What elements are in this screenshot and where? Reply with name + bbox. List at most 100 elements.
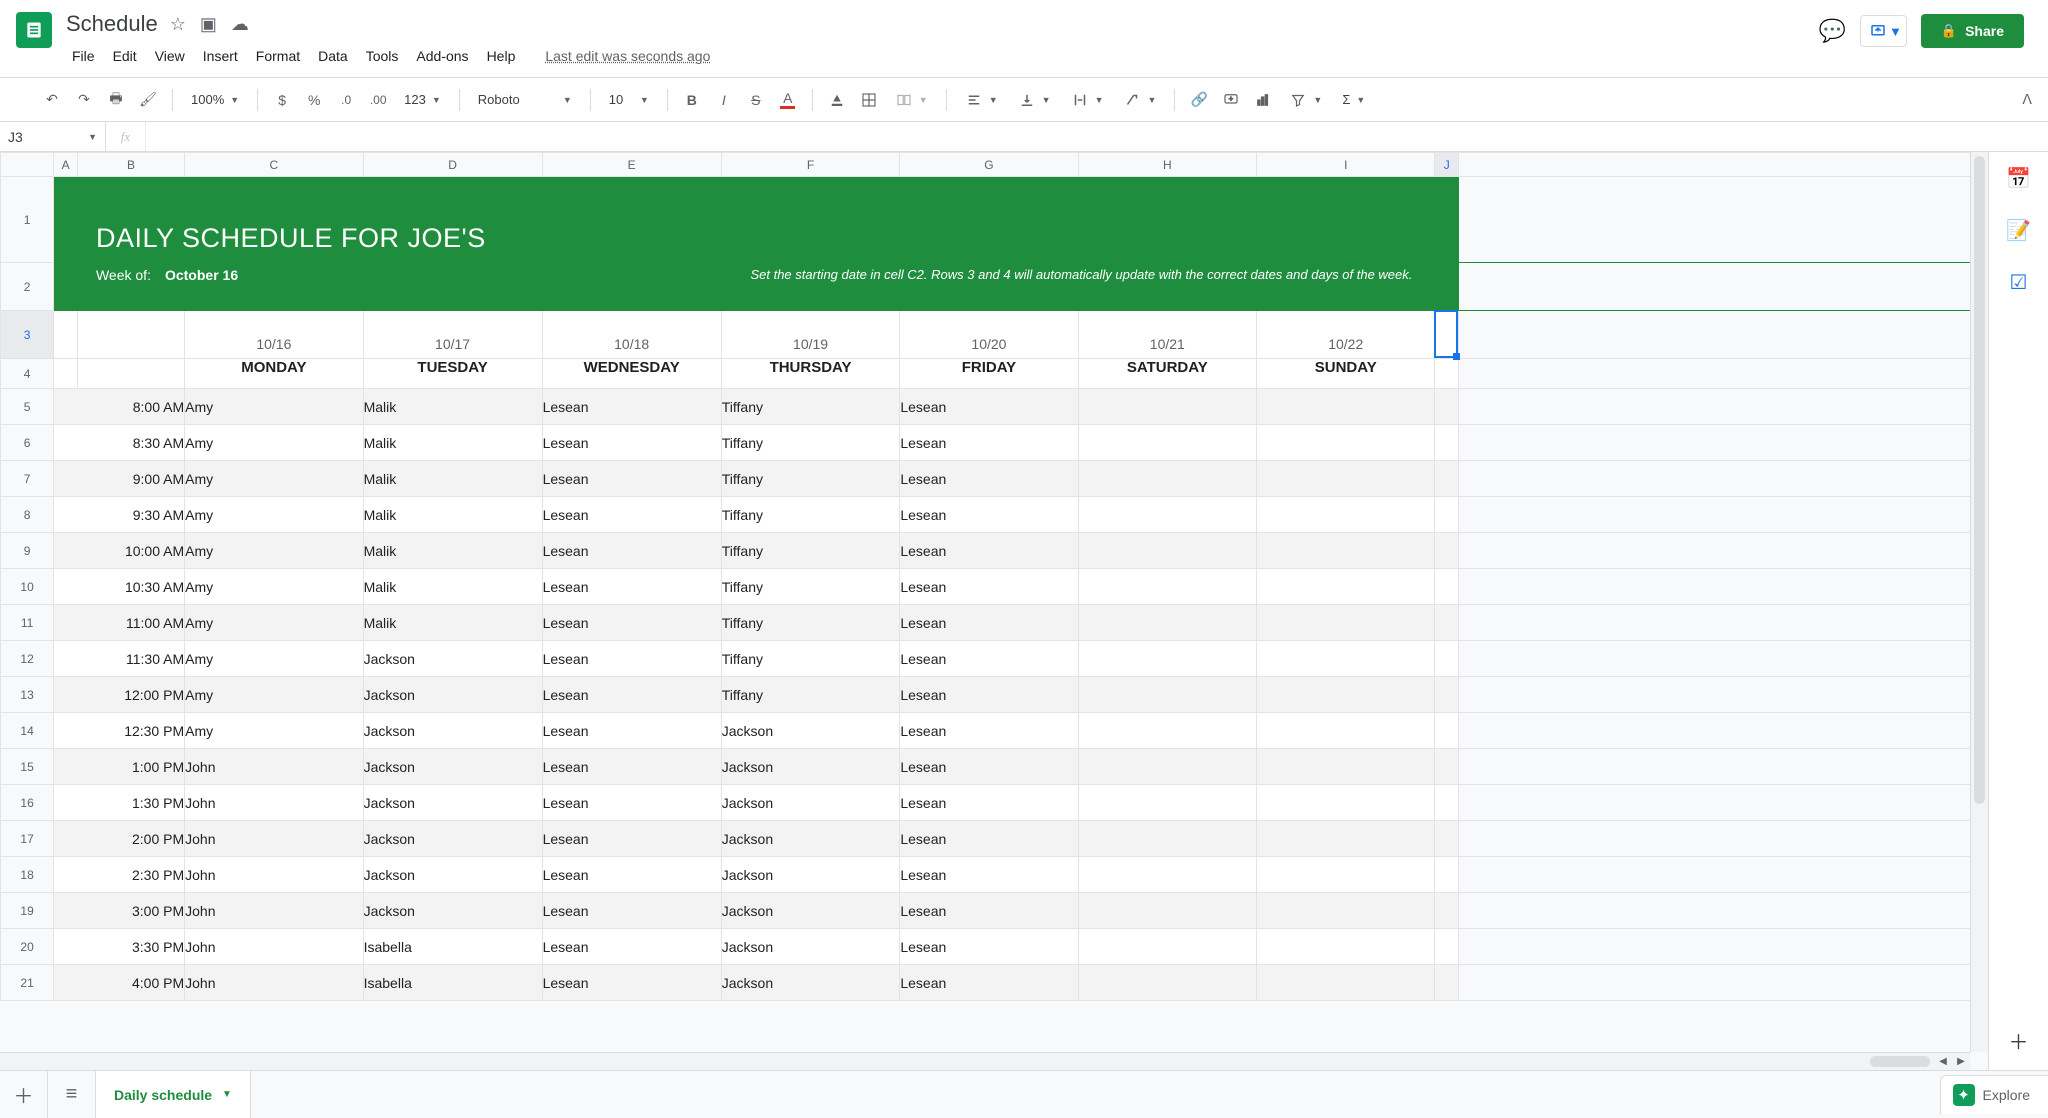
cell-r19-c5[interactable] xyxy=(1078,893,1257,929)
day-4[interactable]: FRIDAY xyxy=(900,359,1078,389)
cell-r10-c5[interactable] xyxy=(1078,569,1257,605)
menu-add-ons[interactable]: Add-ons xyxy=(408,44,476,68)
cell-r11-c1[interactable]: Malik xyxy=(363,605,542,641)
cell-r17-c3[interactable]: Jackson xyxy=(721,821,900,857)
row-header-10[interactable]: 10 xyxy=(1,569,54,605)
cell-r14-c0[interactable]: Amy xyxy=(185,713,363,749)
col-header-A[interactable]: A xyxy=(54,153,78,177)
cell-r9-c4[interactable]: Lesean xyxy=(900,533,1078,569)
undo-button[interactable]: ↶ xyxy=(38,86,66,114)
merge-cells-button[interactable]: ▼ xyxy=(887,86,936,114)
app-logo[interactable] xyxy=(8,8,60,48)
time-17[interactable]: 2:00 PM xyxy=(54,821,185,857)
insert-chart-button[interactable] xyxy=(1249,86,1277,114)
time-12[interactable]: 11:30 AM xyxy=(54,641,185,677)
menu-insert[interactable]: Insert xyxy=(195,44,246,68)
menu-tools[interactable]: Tools xyxy=(358,44,407,68)
tasks-addon-icon[interactable]: ☑ xyxy=(2007,270,2031,294)
cell-r20-c3[interactable]: Jackson xyxy=(721,929,900,965)
cell-r7-c6[interactable] xyxy=(1257,461,1435,497)
cell-r14-c5[interactable] xyxy=(1078,713,1257,749)
cell-r15-c1[interactable]: Jackson xyxy=(363,749,542,785)
cell-r12-c3[interactable]: Tiffany xyxy=(721,641,900,677)
time-15[interactable]: 1:00 PM xyxy=(54,749,185,785)
date-6[interactable]: 10/22 xyxy=(1257,311,1435,359)
menu-help[interactable]: Help xyxy=(479,44,524,68)
time-7[interactable]: 9:00 AM xyxy=(54,461,185,497)
time-13[interactable]: 12:00 PM xyxy=(54,677,185,713)
cell-r21-c0[interactable]: John xyxy=(185,965,363,1001)
cell-r8-c1[interactable]: Malik xyxy=(363,497,542,533)
day-1[interactable]: TUESDAY xyxy=(363,359,542,389)
cell-r21-c2[interactable]: Lesean xyxy=(542,965,721,1001)
cell-r20-c6[interactable] xyxy=(1257,929,1435,965)
cell-r6-c2[interactable]: Lesean xyxy=(542,425,721,461)
redo-button[interactable]: ↷ xyxy=(70,86,98,114)
star-icon[interactable]: ☆ xyxy=(170,15,186,33)
menu-file[interactable]: File xyxy=(64,44,103,68)
cell-r7-c5[interactable] xyxy=(1078,461,1257,497)
cell-r11-c0[interactable]: Amy xyxy=(185,605,363,641)
select-all-cell[interactable] xyxy=(1,153,54,177)
cell-r20-c5[interactable] xyxy=(1078,929,1257,965)
fill-color-button[interactable] xyxy=(823,86,851,114)
cell-r11-c2[interactable]: Lesean xyxy=(542,605,721,641)
cell-r16-c6[interactable] xyxy=(1257,785,1435,821)
cell-r9-c5[interactable] xyxy=(1078,533,1257,569)
number-format-select[interactable]: 123▼ xyxy=(396,86,449,114)
cell-r14-c1[interactable]: Jackson xyxy=(363,713,542,749)
cell-r5-c4[interactable]: Lesean xyxy=(900,389,1078,425)
cell-r19-c4[interactable]: Lesean xyxy=(900,893,1078,929)
cell-r20-c1[interactable]: Isabella xyxy=(363,929,542,965)
col-header-J[interactable]: J xyxy=(1435,153,1459,177)
explore-button[interactable]: ✦ Explore xyxy=(1940,1075,2048,1114)
cell-r15-c3[interactable]: Jackson xyxy=(721,749,900,785)
cell-r10-c4[interactable]: Lesean xyxy=(900,569,1078,605)
menu-format[interactable]: Format xyxy=(248,44,308,68)
format-currency-button[interactable]: $ xyxy=(268,86,296,114)
italic-button[interactable]: I xyxy=(710,86,738,114)
date-2[interactable]: 10/18 xyxy=(542,311,721,359)
horizontal-align-button[interactable]: ▼ xyxy=(957,86,1006,114)
cell-r6-c4[interactable]: Lesean xyxy=(900,425,1078,461)
time-20[interactable]: 3:30 PM xyxy=(54,929,185,965)
increase-decimal-button[interactable]: .00 xyxy=(364,86,392,114)
cell-r15-c6[interactable] xyxy=(1257,749,1435,785)
cell-r5-c2[interactable]: Lesean xyxy=(542,389,721,425)
cell-r6-c3[interactable]: Tiffany xyxy=(721,425,900,461)
print-button[interactable]: 🖶 xyxy=(102,86,130,114)
day-0[interactable]: MONDAY xyxy=(185,359,363,389)
last-edit-link[interactable]: Last edit was seconds ago xyxy=(545,48,710,64)
day-2[interactable]: WEDNESDAY xyxy=(542,359,721,389)
col-header-C[interactable]: C xyxy=(185,153,363,177)
cell-r14-c2[interactable]: Lesean xyxy=(542,713,721,749)
cell-r13-c5[interactable] xyxy=(1078,677,1257,713)
cell-r10-c6[interactable] xyxy=(1257,569,1435,605)
cell-r8-c6[interactable] xyxy=(1257,497,1435,533)
cell-r13-c2[interactable]: Lesean xyxy=(542,677,721,713)
cell-r6-c5[interactable] xyxy=(1078,425,1257,461)
col-header-I[interactable]: I xyxy=(1257,153,1435,177)
col-header-H[interactable]: H xyxy=(1078,153,1257,177)
row-header-15[interactable]: 15 xyxy=(1,749,54,785)
formula-input[interactable] xyxy=(146,122,2048,151)
row-header-17[interactable]: 17 xyxy=(1,821,54,857)
date-4[interactable]: 10/20 xyxy=(900,311,1078,359)
borders-button[interactable] xyxy=(855,86,883,114)
name-box[interactable]: J3 ▼ xyxy=(0,122,106,151)
filter-button[interactable]: ▼ xyxy=(1281,86,1330,114)
cell-r19-c6[interactable] xyxy=(1257,893,1435,929)
cell-r17-c6[interactable] xyxy=(1257,821,1435,857)
menu-view[interactable]: View xyxy=(147,44,193,68)
cell-r5-c0[interactable]: Amy xyxy=(185,389,363,425)
cell-r18-c2[interactable]: Lesean xyxy=(542,857,721,893)
cell-r19-c0[interactable]: John xyxy=(185,893,363,929)
time-21[interactable]: 4:00 PM xyxy=(54,965,185,1001)
col-header-F[interactable]: F xyxy=(721,153,900,177)
time-16[interactable]: 1:30 PM xyxy=(54,785,185,821)
cell-r10-c0[interactable]: Amy xyxy=(185,569,363,605)
add-addon-icon[interactable]: ＋ xyxy=(2007,1028,2031,1052)
cell-r7-c0[interactable]: Amy xyxy=(185,461,363,497)
cell-r14-c6[interactable] xyxy=(1257,713,1435,749)
cell-r18-c1[interactable]: Jackson xyxy=(363,857,542,893)
